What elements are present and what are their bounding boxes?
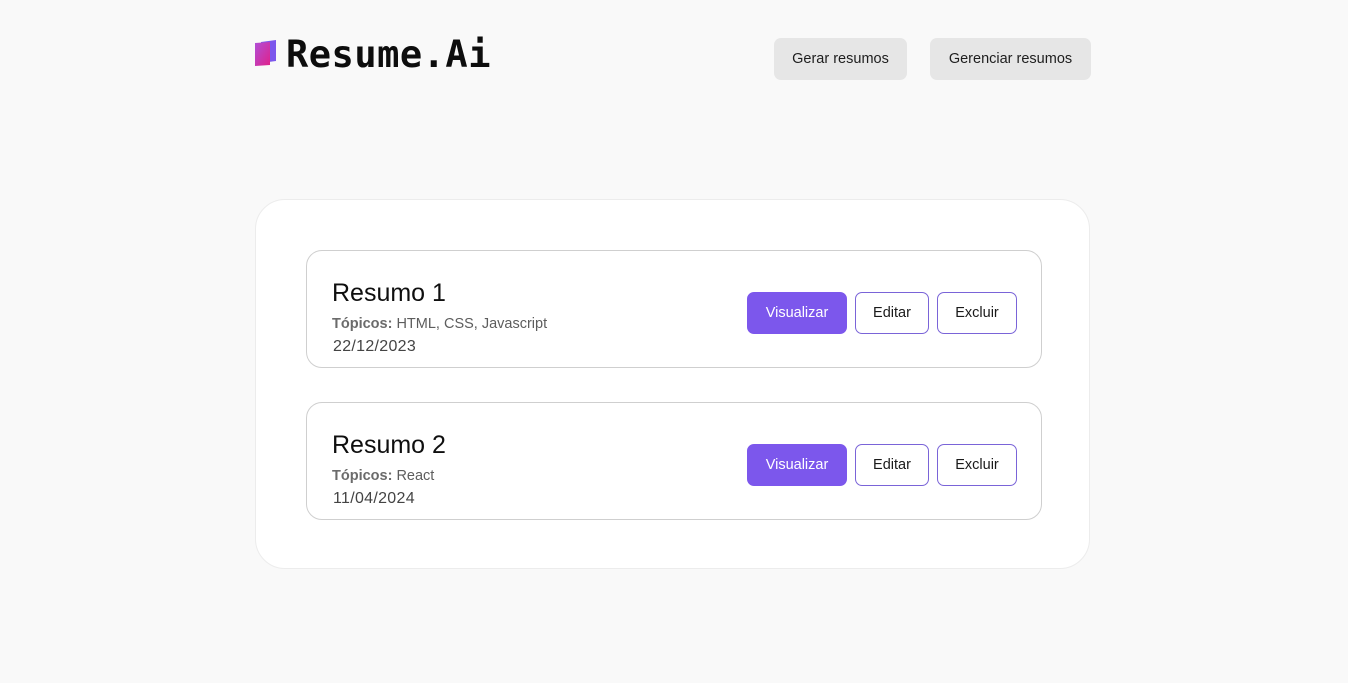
summary-date: 11/04/2024 (333, 490, 415, 507)
summary-topics: Tópicos: HTML, CSS, Javascript (332, 316, 547, 332)
summary-actions: Visualizar Editar Excluir (747, 292, 1017, 334)
edit-button[interactable]: Editar (855, 444, 929, 486)
view-button[interactable]: Visualizar (747, 444, 847, 486)
book-icon (255, 40, 276, 66)
logo-text: Resume.Ai (286, 32, 491, 76)
gerar-resumos-button[interactable]: Gerar resumos (774, 38, 907, 80)
summaries-panel: Resumo 1 Tópicos: HTML, CSS, Javascript … (255, 199, 1090, 569)
logo[interactable]: Resume.Ai (255, 32, 491, 76)
topics-label: Tópicos: (332, 316, 393, 332)
summary-card: Resumo 2 Tópicos: React 11/04/2024 Visua… (306, 402, 1042, 520)
gerenciar-resumos-button[interactable]: Gerenciar resumos (930, 38, 1091, 80)
summary-topics: Tópicos: React (332, 468, 434, 484)
view-button[interactable]: Visualizar (747, 292, 847, 334)
topics-value: React (396, 468, 435, 484)
page: Resume.Ai Gerar resumos Gerenciar resumo… (0, 0, 1348, 683)
topics-label: Tópicos: (332, 468, 393, 484)
edit-button[interactable]: Editar (855, 292, 929, 334)
delete-button[interactable]: Excluir (937, 292, 1017, 334)
summary-card: Resumo 1 Tópicos: HTML, CSS, Javascript … (306, 250, 1042, 368)
header: Resume.Ai Gerar resumos Gerenciar resumo… (255, 28, 1091, 84)
summary-title: Resumo 1 (332, 279, 446, 307)
summary-date: 22/12/2023 (333, 338, 417, 355)
delete-button[interactable]: Excluir (937, 444, 1017, 486)
summary-actions: Visualizar Editar Excluir (747, 444, 1017, 486)
summary-title: Resumo 2 (332, 431, 446, 459)
topics-value: HTML, CSS, Javascript (396, 316, 548, 332)
